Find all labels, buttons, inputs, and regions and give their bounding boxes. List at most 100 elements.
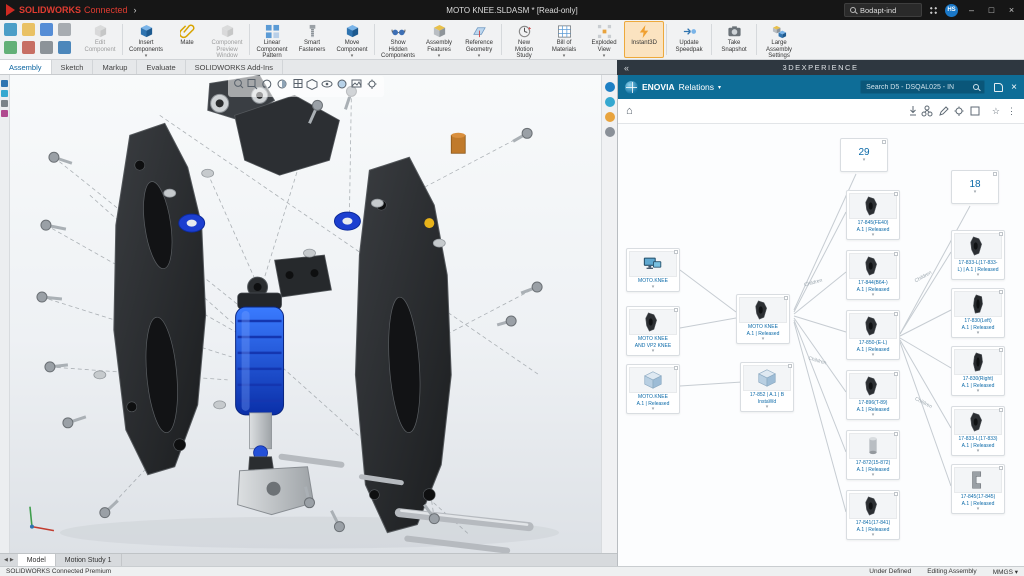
maximize-button[interactable]: □ <box>985 5 998 15</box>
chevron-down-icon[interactable]: ▾ <box>478 54 481 58</box>
command-search[interactable] <box>844 3 922 17</box>
expand-icon[interactable]: ▾ <box>954 273 1002 278</box>
zoom-area-icon[interactable] <box>248 80 257 90</box>
expand-icon[interactable]: ▾ <box>739 337 787 342</box>
panel-search[interactable] <box>860 80 985 94</box>
graph-node[interactable]: 17-872(15-872) A.1 | Released ▾ <box>846 430 900 480</box>
expand-icon[interactable]: ▾ <box>743 405 791 410</box>
chevron-down-icon[interactable]: ▾ <box>438 54 441 58</box>
insert-components-button[interactable]: Insert Components ▾ <box>125 21 167 58</box>
apply-scene-icon[interactable] <box>352 80 361 87</box>
tag-icon[interactable] <box>994 83 1003 92</box>
node-checkbox[interactable] <box>674 308 678 312</box>
panel-search-input[interactable] <box>866 84 970 91</box>
node-checkbox[interactable] <box>999 466 1003 470</box>
help-icon[interactable] <box>58 41 71 54</box>
graph-node[interactable]: MOTO KNEE A.1 | Released ▾ <box>736 294 790 344</box>
node-checkbox[interactable] <box>674 250 678 254</box>
node-checkbox[interactable] <box>784 296 788 300</box>
relations-graph[interactable]: Children Children Children Children 29 ▾… <box>618 124 1024 566</box>
model-tab[interactable]: Model <box>18 554 56 566</box>
tab-sketch[interactable]: Sketch <box>52 60 94 74</box>
linear-component-pattern-button[interactable]: Linear Component Pattern ▾ <box>252 21 292 58</box>
menu-expand-icon[interactable]: › <box>134 5 137 15</box>
command-search-input[interactable] <box>860 6 916 15</box>
node-checkbox[interactable] <box>788 364 792 368</box>
view-orientation-icon[interactable] <box>294 80 302 88</box>
display-style-icon[interactable] <box>307 80 317 90</box>
previous-view-icon[interactable] <box>262 80 270 88</box>
save-icon[interactable] <box>40 23 53 36</box>
expand-icon[interactable]: ▾ <box>849 473 897 478</box>
expand-icon[interactable]: ▾ <box>849 413 897 418</box>
expand-icon[interactable]: ▾ <box>954 507 1002 512</box>
tab-scroll-right-icon[interactable]: ▶ <box>10 557 14 563</box>
node-checkbox[interactable] <box>894 312 898 316</box>
component-preview-window-button[interactable]: Component Preview Window <box>207 21 247 58</box>
download-icon[interactable] <box>910 106 916 115</box>
graph-node[interactable]: MOTO KNEE AND VP2 KNEE ▾ <box>626 306 680 356</box>
expand-icon[interactable]: ▾ <box>849 233 897 238</box>
node-checkbox[interactable] <box>993 172 997 176</box>
design-library-icon[interactable] <box>605 97 615 107</box>
graph-node[interactable]: 17-845(FE40) A.1 | Released ▾ <box>846 190 900 240</box>
show-hidden-components-button[interactable]: Show Hidden Components <box>377 21 419 58</box>
large-assembly-settings-button[interactable]: Large Assembly Settings ▾ <box>759 21 799 58</box>
expand-icon[interactable]: ▾ <box>629 349 677 354</box>
home-icon[interactable]: ⌂ <box>626 105 633 117</box>
mate-button[interactable]: Mate <box>167 21 207 58</box>
take-snapshot-button[interactable]: Take Snapshot <box>714 21 754 58</box>
tab-markup[interactable]: Markup <box>93 60 137 74</box>
configuration-manager-icon[interactable] <box>1 100 8 107</box>
graph-node[interactable]: MOTO.KNEE A.1 | Released ▾ <box>626 364 680 414</box>
expand-icon[interactable]: ▾ <box>954 331 1002 336</box>
edit-appearance-icon[interactable] <box>338 80 346 88</box>
blue-washer-right[interactable] <box>334 212 360 230</box>
graph-node[interactable]: 17-896(T-89) A.1 | Released ▾ <box>846 370 900 420</box>
apps-grid-icon[interactable] <box>929 6 938 15</box>
collapse-panel-icon[interactable]: « <box>624 63 631 73</box>
node-checkbox[interactable] <box>894 432 898 436</box>
tab-assembly[interactable]: Assembly <box>0 60 52 74</box>
collapsed-count-node[interactable]: 29 ▾ <box>840 138 888 172</box>
custom-properties-icon[interactable] <box>605 127 615 137</box>
expand-icon[interactable]: ▾ <box>849 293 897 298</box>
graph-node[interactable]: 17-845(17-845) A.1 | Released ▾ <box>951 464 1005 514</box>
chevron-down-icon[interactable]: ▾ <box>603 54 606 58</box>
3dexperience-taskpane-icon[interactable] <box>605 82 615 92</box>
chevron-down-icon[interactable]: ▾ <box>563 54 566 58</box>
network-icon[interactable] <box>922 106 932 116</box>
more-options-icon[interactable]: ⋮ <box>1007 106 1016 117</box>
new-motion-study-button[interactable]: New Motion Study <box>504 21 544 58</box>
expand-icon[interactable]: ▾ <box>629 285 677 290</box>
view-settings-icon[interactable] <box>367 80 376 90</box>
node-checkbox[interactable] <box>894 192 898 196</box>
graph-node[interactable]: 17-833-L(17-833) A.1 | Released ▾ <box>951 406 1005 456</box>
favorite-star-icon[interactable]: ☆ <box>992 106 1000 117</box>
graph-node[interactable]: 17-830(Right) A.1 | Released ▾ <box>951 346 1005 396</box>
section-view-icon[interactable] <box>278 80 286 88</box>
exploded-view-button[interactable]: Exploded View ▾ <box>584 21 624 58</box>
undo-icon[interactable] <box>4 41 17 54</box>
zoom-fit-icon[interactable] <box>234 80 242 88</box>
appearances-taskpane-icon[interactable] <box>605 112 615 122</box>
node-checkbox[interactable] <box>999 232 1003 236</box>
expand-icon[interactable]: ▾ <box>629 407 677 412</box>
lower-clevis-block[interactable] <box>238 467 314 515</box>
instant3d-button[interactable]: Instant3D <box>624 21 664 58</box>
close-panel-icon[interactable]: × <box>1011 82 1017 93</box>
graph-node[interactable]: 17-852 | A.1 | B InstaWd ▾ <box>740 362 794 412</box>
expand-icon[interactable]: ▾ <box>974 190 977 195</box>
edit-icon[interactable] <box>940 107 948 115</box>
maximize-panel-icon[interactable] <box>971 107 979 115</box>
tab-solidworks-addins[interactable]: SOLIDWORKS Add-Ins <box>186 60 283 74</box>
tab-evaluate[interactable]: Evaluate <box>137 60 185 74</box>
expand-icon[interactable]: ▾ <box>954 389 1002 394</box>
chevron-down-icon[interactable]: ▾ <box>145 54 148 58</box>
options-icon[interactable] <box>40 41 53 54</box>
blue-washer-left[interactable] <box>179 214 205 232</box>
open-icon[interactable] <box>22 23 35 36</box>
motion-study-tab[interactable]: Motion Study 1 <box>56 554 122 566</box>
edit-component-button[interactable]: Edit Component <box>80 21 120 58</box>
node-checkbox[interactable] <box>894 492 898 496</box>
